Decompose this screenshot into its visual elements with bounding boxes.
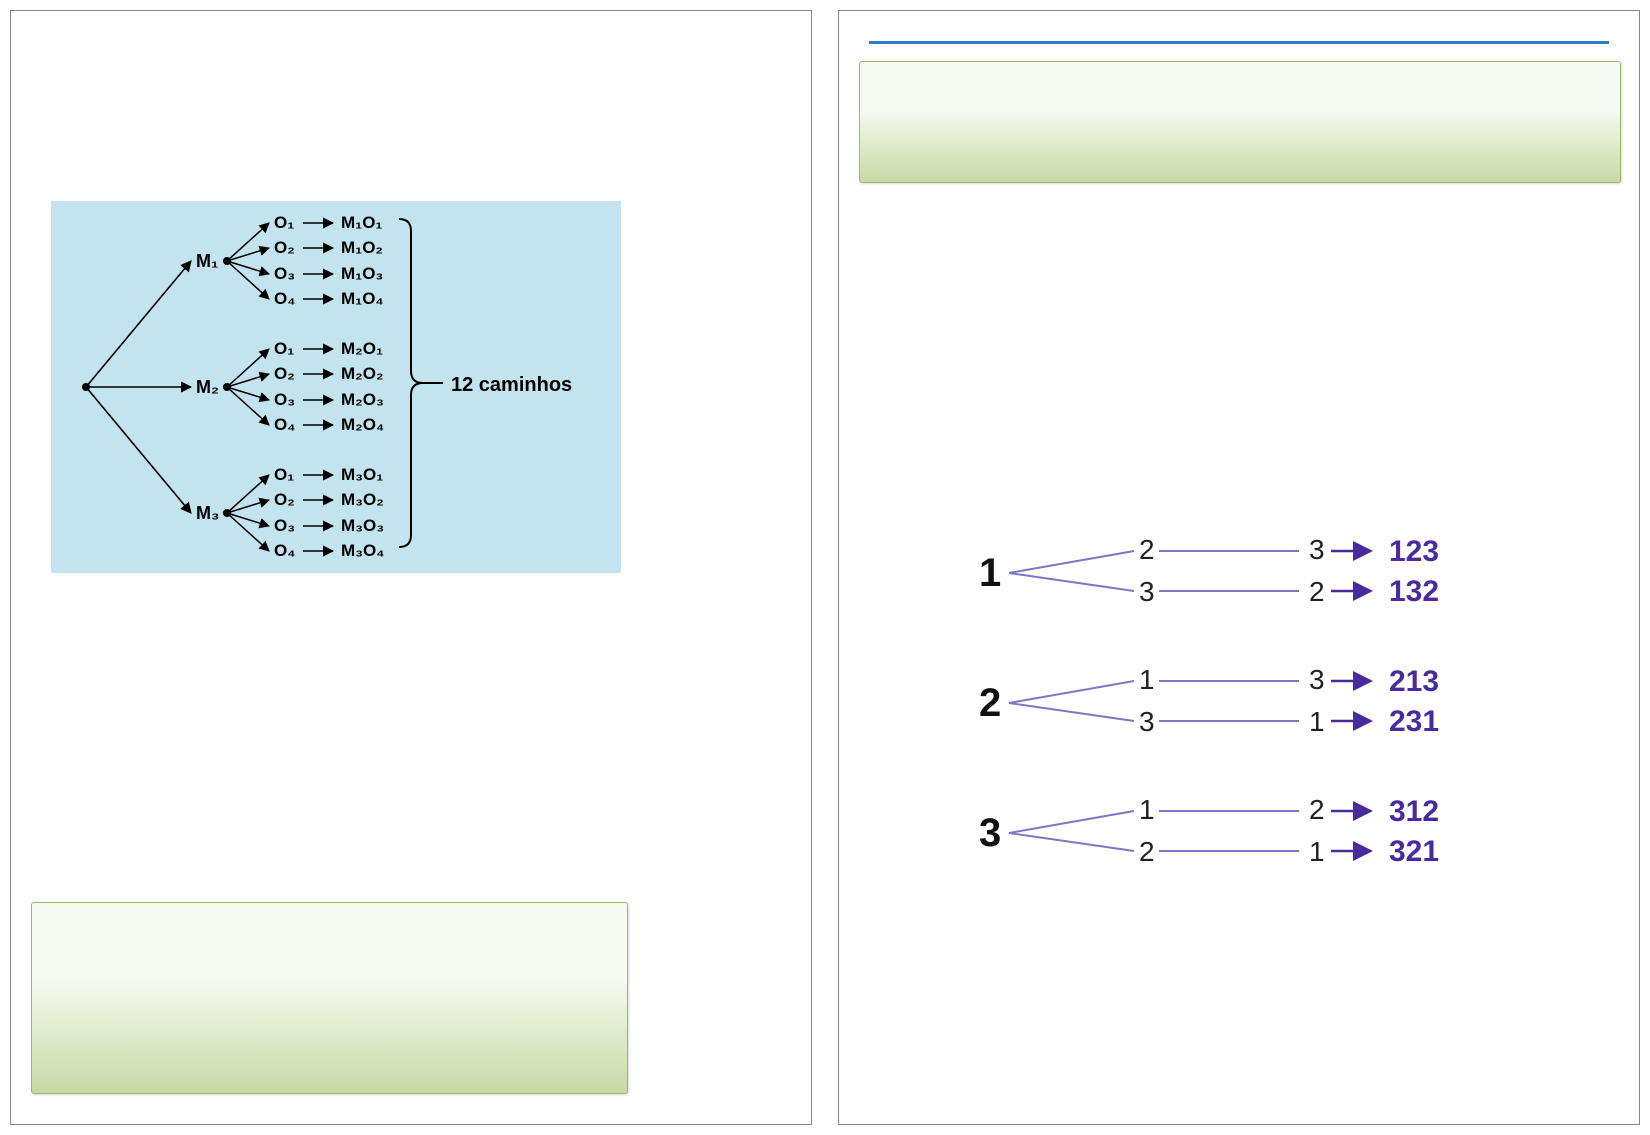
svg-text:1: 1: [1309, 836, 1325, 867]
svg-text:M₃O₄: M₃O₄: [341, 541, 384, 560]
svg-text:M₁O₂: M₁O₂: [341, 238, 383, 257]
svg-text:M₁O₁: M₁O₁: [341, 213, 382, 232]
svg-text:231: 231: [1389, 705, 1439, 738]
m3-label: M₃: [196, 503, 219, 523]
tree-diagram: M₁ O₁ O₂ O₃ O₄ M₁O₁ M₁O₂: [51, 201, 621, 573]
svg-text:3: 3: [1139, 576, 1155, 607]
blue-hr: [869, 41, 1609, 44]
summary-label: 12 caminhos: [451, 374, 572, 396]
svg-text:O₁: O₁: [274, 339, 294, 358]
svg-text:132: 132: [1389, 575, 1439, 608]
m2-label: M₂: [196, 377, 219, 397]
svg-text:3: 3: [1309, 534, 1325, 565]
svg-text:1: 1: [1139, 794, 1155, 825]
svg-text:M₁O₄: M₁O₄: [341, 289, 384, 308]
svg-text:O₄: O₄: [274, 289, 295, 308]
svg-text:M₃O₃: M₃O₃: [341, 516, 384, 535]
green-callout-right: [859, 61, 1621, 183]
svg-text:M₃O₁: M₃O₁: [341, 465, 383, 484]
page-right: 1 2 3 3 2 123 132: [838, 10, 1640, 1125]
perm-group-3: 3 1 2 2 1 312 321: [979, 794, 1439, 868]
perm-group-1: 1 2 3 3 2 123 132: [979, 534, 1439, 608]
svg-text:O₃: O₃: [274, 264, 295, 283]
svg-text:O₁: O₁: [274, 465, 294, 484]
svg-text:O₂: O₂: [274, 238, 295, 257]
permutation-diagram: 1 2 3 3 2 123 132: [959, 531, 1599, 891]
svg-text:2: 2: [1309, 794, 1325, 825]
svg-text:O₄: O₄: [274, 541, 295, 560]
svg-text:O₃: O₃: [274, 516, 295, 535]
svg-text:1: 1: [1309, 706, 1325, 737]
svg-text:321: 321: [1389, 835, 1439, 868]
svg-text:M₂O₄: M₂O₄: [341, 415, 384, 434]
bracket-icon: [399, 219, 423, 547]
svg-text:123: 123: [1389, 535, 1439, 568]
svg-text:M₂O₁: M₂O₁: [341, 339, 383, 358]
svg-text:3: 3: [1139, 706, 1155, 737]
m1-label: M₁: [196, 251, 218, 271]
svg-text:2: 2: [1139, 534, 1155, 565]
svg-text:213: 213: [1389, 665, 1439, 698]
svg-text:M₂O₂: M₂O₂: [341, 364, 384, 383]
svg-text:3: 3: [979, 811, 1001, 855]
svg-text:M₂O₃: M₂O₃: [341, 390, 384, 409]
svg-text:O₃: O₃: [274, 390, 295, 409]
svg-text:1: 1: [1139, 664, 1155, 695]
svg-text:M₁O₃: M₁O₃: [341, 264, 383, 283]
green-callout-left: [31, 902, 628, 1094]
perm-group-2: 2 1 3 3 1 213 231: [979, 664, 1439, 738]
svg-text:1: 1: [979, 551, 1001, 595]
svg-text:2: 2: [979, 681, 1001, 725]
svg-text:O₂: O₂: [274, 364, 295, 383]
svg-text:O₁: O₁: [274, 213, 294, 232]
svg-text:3: 3: [1309, 664, 1325, 695]
svg-text:2: 2: [1139, 836, 1155, 867]
svg-text:O₂: O₂: [274, 490, 295, 509]
svg-text:M₃O₂: M₃O₂: [341, 490, 384, 509]
page-left: M₁ O₁ O₂ O₃ O₄ M₁O₁ M₁O₂: [10, 10, 812, 1125]
svg-text:312: 312: [1389, 795, 1439, 828]
svg-text:2: 2: [1309, 576, 1325, 607]
svg-text:O₄: O₄: [274, 415, 295, 434]
